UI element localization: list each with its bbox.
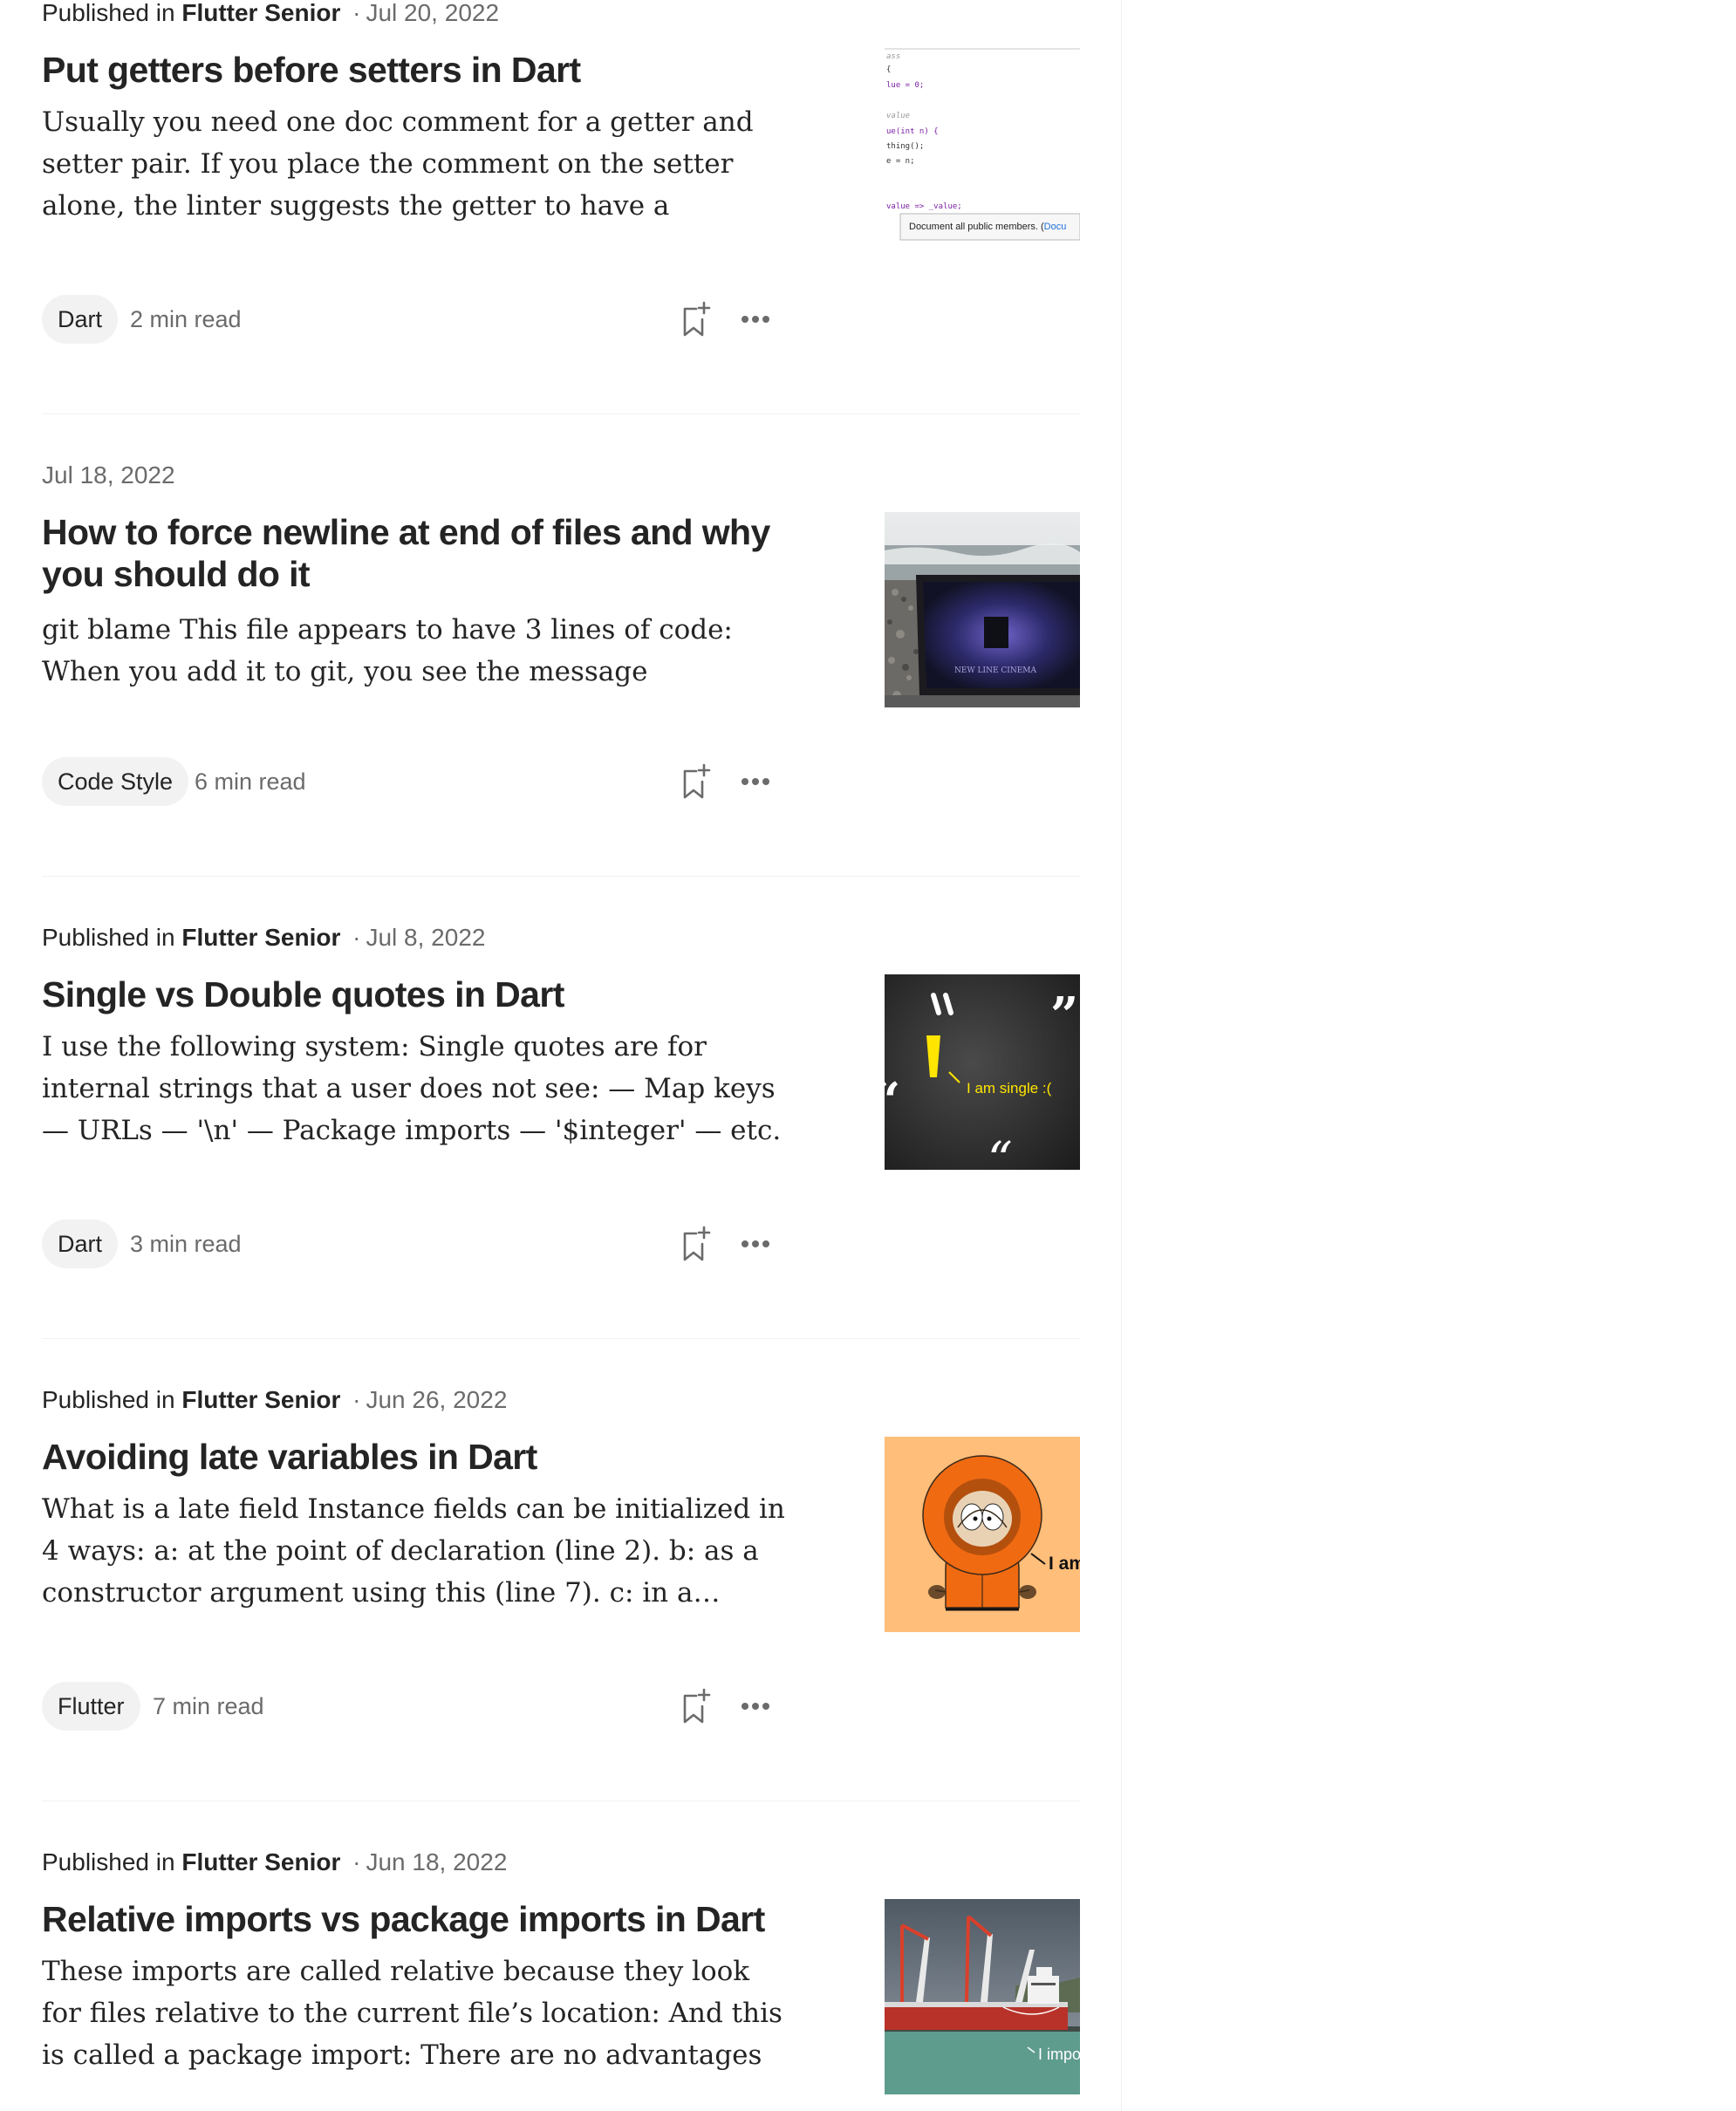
- article-thumbnail[interactable]: ass { lue = 0; value ue(int n) { thing()…: [885, 46, 1080, 242]
- read-time: 7 min read: [153, 1693, 264, 1719]
- code-line: ue(int n) {: [886, 127, 939, 136]
- save-button[interactable]: [675, 1223, 717, 1265]
- cargo-ship-image: I impo: [885, 1899, 1080, 2094]
- article-card[interactable]: Published in Flutter Senior · Jun 18, 202…: [42, 1848, 1080, 2111]
- article-meta: Jul 18, 2022: [42, 461, 175, 490]
- open-quote-glyph: “: [885, 1072, 900, 1130]
- code-line: value: [886, 112, 910, 120]
- article-date: Jun 18, 2022: [366, 1848, 508, 1875]
- code-line: value => _value;: [886, 202, 962, 211]
- bookmark-add-icon: [683, 1226, 711, 1261]
- meta-separator: ·: [352, 1386, 361, 1413]
- article-title[interactable]: Single vs Double quotes in Dart: [42, 974, 792, 1015]
- more-horizontal-icon: [742, 778, 769, 785]
- published-in-label: Published in: [42, 1386, 175, 1413]
- bottom-quote-glyph: “: [988, 1132, 1013, 1170]
- more-horizontal-icon: [742, 1240, 769, 1247]
- article-card[interactable]: Published in Flutter Senior · Jul 20, 202…: [42, 0, 1080, 461]
- laptop-on-beach-image: NEW LINE CINEMA: [885, 512, 1080, 707]
- article-thumbnail[interactable]: I am: [885, 1437, 1080, 1632]
- publication-link[interactable]: Flutter Senior: [181, 924, 340, 951]
- bookmark-add-icon: [683, 1688, 711, 1724]
- topic-tag[interactable]: Flutter: [42, 1682, 140, 1731]
- topic-tag[interactable]: Dart: [42, 1219, 119, 1268]
- read-time: 6 min read: [195, 769, 306, 795]
- article-meta: Published in Flutter Senior · Jun 26, 202…: [42, 1385, 507, 1415]
- article-title[interactable]: Put getters before setters in Dart: [42, 49, 792, 91]
- article-excerpt[interactable]: git blame This file appears to have 3 li…: [42, 609, 792, 693]
- article-excerpt[interactable]: These imports are called relative becaus…: [42, 1950, 792, 2076]
- more-options-button[interactable]: [735, 1223, 776, 1265]
- bookmark-add-icon: [683, 763, 711, 799]
- tooltip-text: Document all public members. (: [909, 222, 1044, 232]
- article-meta: Published in Flutter Senior · Jul 20, 202…: [42, 0, 499, 28]
- published-in-label: Published in: [42, 1848, 175, 1875]
- more-horizontal-icon: [742, 316, 769, 323]
- article-divider: [42, 1338, 1080, 1339]
- tooltip-link: Docu: [1044, 222, 1067, 232]
- code-line: {: [886, 65, 891, 74]
- article-date: Jul 20, 2022: [366, 0, 500, 26]
- more-options-button[interactable]: [735, 298, 776, 340]
- article-date: Jul 8, 2022: [366, 924, 486, 951]
- article-title[interactable]: Relative imports vs package imports in D…: [42, 1898, 792, 1940]
- article-feed: Published in Flutter Senior · Jul 20, 202…: [0, 0, 1122, 2111]
- article-meta: Published in Flutter Senior · Jun 18, 202…: [42, 1848, 507, 1877]
- publication-link[interactable]: Flutter Senior: [181, 0, 340, 26]
- article-divider: [42, 413, 1080, 414]
- published-in-label: Published in: [42, 924, 175, 951]
- code-line: ass: [886, 52, 900, 61]
- more-options-button[interactable]: [735, 761, 776, 803]
- article-title[interactable]: How to force newline at end of files and…: [42, 511, 792, 595]
- more-options-button[interactable]: [735, 1685, 776, 1727]
- topic-tag[interactable]: Code Style: [42, 757, 189, 806]
- kenny-illustration-image: I am: [885, 1437, 1080, 1632]
- save-button[interactable]: [675, 298, 717, 340]
- bookmark-add-icon: [683, 301, 711, 337]
- article-meta: Published in Flutter Senior · Jul 8, 2022: [42, 923, 485, 953]
- article-card[interactable]: Published in Flutter Senior · Jun 26, 202…: [42, 1385, 1080, 1848]
- screen-text: NEW LINE CINEMA: [954, 666, 1036, 675]
- meta-separator: ·: [352, 0, 361, 26]
- code-line: thing();: [886, 142, 924, 151]
- publication-link[interactable]: Flutter Senior: [181, 1848, 340, 1875]
- close-quote-glyph: ”: [1050, 987, 1078, 1044]
- article-date: Jun 26, 2022: [366, 1386, 508, 1413]
- svg-text:Document all public members. (: Document all public members. (Docu: [909, 222, 1066, 232]
- code-screenshot-image: ass { lue = 0; value ue(int n) { thing()…: [885, 46, 1080, 242]
- save-button[interactable]: [675, 761, 717, 803]
- meta-separator: ·: [352, 1848, 361, 1875]
- article-divider: [42, 876, 1080, 877]
- thumbnail-caption: I am: [1049, 1554, 1080, 1574]
- topic-tag[interactable]: Dart: [42, 295, 119, 344]
- article-divider: [42, 1800, 1080, 1801]
- article-thumbnail[interactable]: I impo: [885, 1899, 1080, 2094]
- thumbnail-caption: I am single :(: [967, 1080, 1052, 1096]
- article-thumbnail[interactable]: NEW LINE CINEMA: [885, 512, 1080, 707]
- quotes-illustration-image: ” “ “ I am single :(: [885, 974, 1080, 1170]
- read-time: 2 min read: [130, 306, 242, 332]
- read-time: 3 min read: [130, 1231, 242, 1257]
- article-excerpt[interactable]: I use the following system: Single quote…: [42, 1026, 792, 1151]
- publication-link[interactable]: Flutter Senior: [181, 1386, 340, 1413]
- article-excerpt[interactable]: What is a late field Instance fields can…: [42, 1488, 792, 1614]
- article-card[interactable]: Published in Flutter Senior · Jul 8, 2022…: [42, 923, 1080, 1385]
- save-button[interactable]: [675, 1685, 717, 1727]
- right-sidebar: [1122, 0, 1736, 2111]
- code-line: lue = 0;: [886, 81, 924, 90]
- article-title[interactable]: Avoiding late variables in Dart: [42, 1436, 792, 1478]
- article-date: Jul 18, 2022: [42, 461, 175, 488]
- code-line: e = n;: [886, 157, 915, 166]
- published-in-label: Published in: [42, 0, 175, 26]
- meta-separator: ·: [352, 924, 361, 951]
- more-horizontal-icon: [742, 1703, 769, 1710]
- article-excerpt[interactable]: Usually you need one doc comment for a g…: [42, 101, 792, 227]
- thumbnail-caption: I impo: [1038, 2046, 1080, 2063]
- article-thumbnail[interactable]: ” “ “ I am single :(: [885, 974, 1080, 1170]
- article-card[interactable]: Jul 18, 2022 How to force newline at end…: [42, 461, 1080, 923]
